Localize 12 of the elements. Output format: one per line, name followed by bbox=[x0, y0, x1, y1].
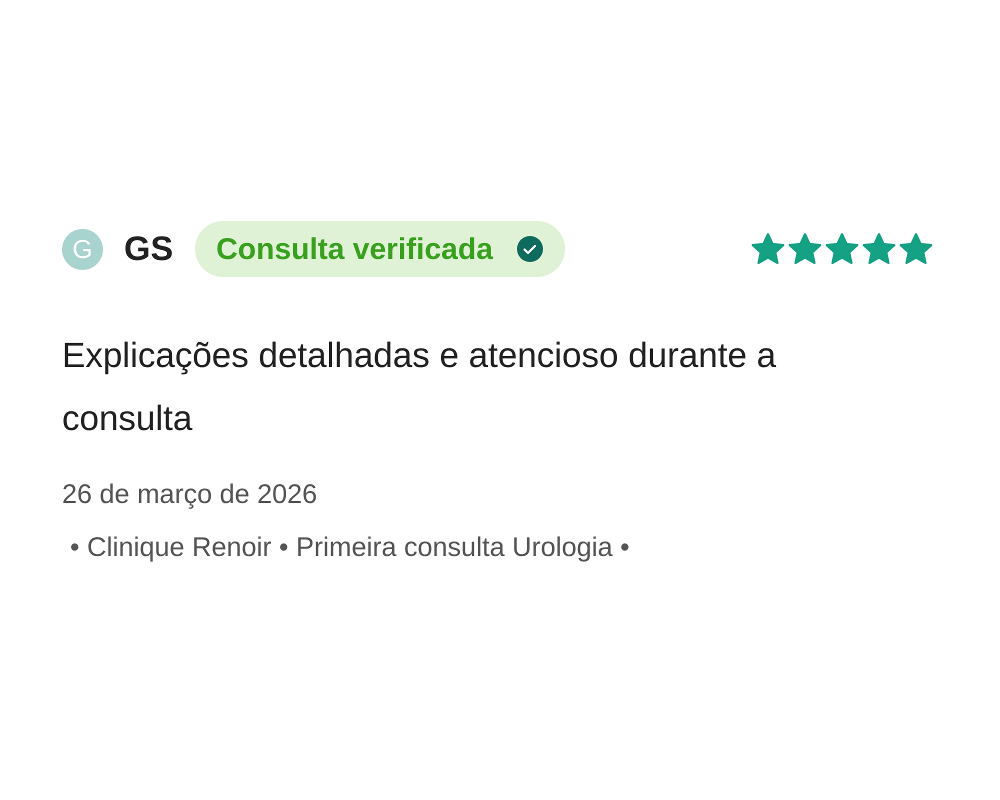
star-icon bbox=[824, 232, 860, 266]
badge-label: Consulta verificada bbox=[216, 232, 493, 268]
review-date: 26 de março de 2026 bbox=[62, 478, 318, 511]
star-icon bbox=[750, 232, 786, 266]
check-icon bbox=[516, 236, 543, 262]
review-title: Explicações detalhadas e atencioso durante a consulta bbox=[62, 335, 778, 440]
review-details: • Clinique Renoir • Primeira consulta Urologia • bbox=[69, 530, 631, 564]
star-icon bbox=[898, 232, 934, 266]
author-name: GS bbox=[124, 228, 174, 270]
star-icon bbox=[787, 232, 823, 266]
star-icon bbox=[861, 232, 897, 266]
avatar: G bbox=[62, 228, 103, 270]
